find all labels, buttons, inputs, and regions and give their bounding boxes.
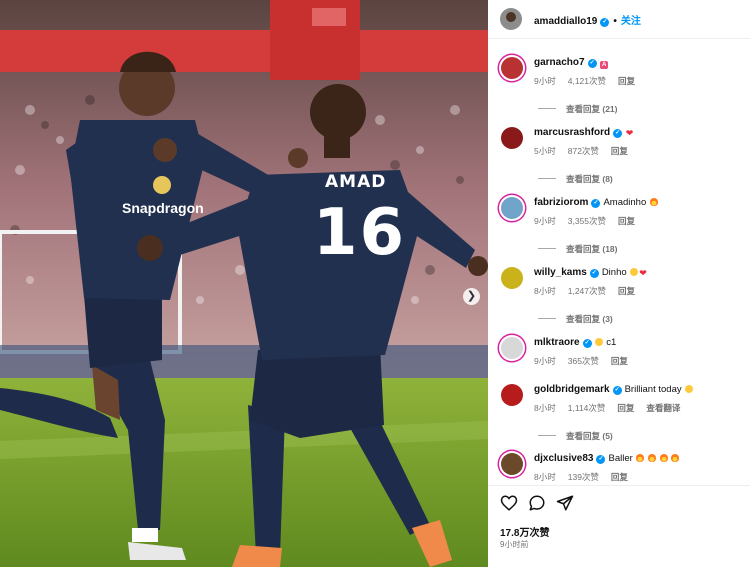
fire-emoji bbox=[636, 454, 645, 462]
verified-icon: ✓ bbox=[591, 199, 601, 208]
comment-text: Amadinho bbox=[603, 197, 647, 208]
comment-username[interactable]: willy_kams bbox=[534, 267, 587, 278]
post-timestamp: 9小时前 bbox=[500, 540, 529, 549]
shirt-name-text: AMAD bbox=[325, 172, 387, 192]
verified-icon: ✓ bbox=[600, 18, 610, 27]
reply-button[interactable]: 回复 bbox=[617, 403, 634, 413]
heart-icon[interactable] bbox=[500, 494, 518, 512]
verified-icon: ✓ bbox=[612, 386, 622, 395]
comment-time: 8小时 bbox=[534, 472, 556, 482]
comment-likes[interactable]: 872次赞 bbox=[568, 146, 599, 156]
laugh-emoji bbox=[630, 268, 639, 276]
likes-count[interactable]: 17.8万次赞 bbox=[500, 524, 549, 539]
commenter-avatar[interactable] bbox=[501, 453, 523, 475]
commenter-avatar[interactable] bbox=[501, 57, 523, 79]
reply-button[interactable]: 回复 bbox=[618, 76, 635, 86]
verified-icon: ✓ bbox=[596, 455, 606, 464]
comment-username[interactable]: mlktraore bbox=[534, 337, 580, 348]
follow-button[interactable]: 关注 bbox=[621, 16, 641, 27]
reply-button[interactable]: 回复 bbox=[618, 216, 635, 226]
comment-text: Brilliant today bbox=[624, 384, 682, 395]
comment-username[interactable]: garnacho7 bbox=[534, 57, 585, 68]
comment-username[interactable]: fabriziorom bbox=[534, 197, 588, 208]
commenter-avatar[interactable] bbox=[501, 267, 523, 289]
commenter-avatar[interactable] bbox=[501, 197, 523, 219]
reply-button[interactable]: 回复 bbox=[611, 146, 628, 156]
view-replies-button[interactable]: 查看回复 (5) bbox=[538, 430, 613, 442]
view-replies-button[interactable]: 查看回复 (21) bbox=[538, 103, 617, 115]
reply-button[interactable]: 回复 bbox=[618, 286, 635, 296]
comment-likes[interactable]: 3,355次赞 bbox=[568, 216, 606, 226]
comment-time: 9小时 bbox=[534, 356, 556, 366]
comment-likes[interactable]: 4,121次赞 bbox=[568, 76, 606, 86]
verified-icon: ✓ bbox=[587, 59, 597, 68]
comment-text: Baller bbox=[608, 453, 633, 464]
comment-time: 5小时 bbox=[534, 146, 556, 156]
comment-username[interactable]: djxclusive83 bbox=[534, 453, 593, 464]
comment-username[interactable]: marcusrashford bbox=[534, 127, 610, 138]
reply-button[interactable]: 回复 bbox=[611, 356, 628, 366]
comments-panel: amaddiallo19 ✓ • 关注 garnacho7 ✓ A 9小时 4,121次赞… bbox=[488, 0, 750, 567]
comment-icon[interactable] bbox=[528, 494, 546, 512]
verified-icon: ✓ bbox=[582, 339, 592, 348]
fire-emoji bbox=[649, 198, 658, 206]
comment-time: 9小时 bbox=[534, 76, 556, 86]
shirt-sponsor-text: Snapdragon bbox=[122, 200, 204, 216]
post-actions: 17.8万次赞 9小时前 bbox=[488, 485, 750, 568]
comment-time: 8小时 bbox=[534, 286, 556, 296]
translate-button[interactable]: 查看翻译 bbox=[646, 403, 680, 413]
commenter-avatar[interactable] bbox=[501, 384, 523, 406]
view-replies-button[interactable]: 查看回复 (3) bbox=[538, 313, 613, 325]
fire-emoji bbox=[671, 454, 680, 462]
verified-icon: ✓ bbox=[613, 129, 623, 138]
comment-likes[interactable]: 1,114次赞 bbox=[568, 403, 606, 413]
author-avatar[interactable] bbox=[500, 8, 522, 30]
share-icon[interactable] bbox=[556, 494, 574, 512]
sticker-emoji: A bbox=[600, 61, 609, 69]
heart-emoji: ❤ bbox=[625, 128, 634, 138]
comment-likes[interactable]: 1,247次赞 bbox=[568, 286, 606, 296]
fire-emoji bbox=[648, 454, 657, 462]
comment-time: 9小时 bbox=[534, 216, 556, 226]
post-header: amaddiallo19 ✓ • 关注 bbox=[488, 0, 750, 39]
heart-emoji: ❤ bbox=[639, 268, 647, 278]
comment-text: Dinho bbox=[601, 267, 627, 278]
comment-likes[interactable]: 139次赞 bbox=[568, 472, 599, 482]
photo-illustration bbox=[0, 0, 488, 567]
fire-emoji bbox=[659, 454, 668, 462]
author-username[interactable]: amaddiallo19 bbox=[534, 16, 597, 27]
post-photo[interactable]: Snapdragon AMAD 16 ❯ bbox=[0, 0, 488, 567]
comment-text: c1 bbox=[606, 337, 617, 348]
commenter-avatar[interactable] bbox=[501, 127, 523, 149]
comment-likes[interactable]: 365次赞 bbox=[568, 356, 599, 366]
comment-time: 8小时 bbox=[534, 403, 556, 413]
commenter-avatar[interactable] bbox=[501, 337, 523, 359]
salute-emoji bbox=[595, 338, 604, 346]
salute-emoji bbox=[685, 385, 694, 393]
verified-icon: ✓ bbox=[589, 269, 599, 278]
view-replies-button[interactable]: 查看回复 (18) bbox=[538, 243, 617, 255]
view-replies-button[interactable]: 查看回复 (8) bbox=[538, 173, 613, 185]
shirt-number-text: 16 bbox=[313, 196, 407, 270]
chevron-right-icon[interactable]: ❯ bbox=[463, 288, 480, 305]
reply-button[interactable]: 回复 bbox=[611, 472, 628, 482]
comment-username[interactable]: goldbridgemark bbox=[534, 384, 610, 395]
